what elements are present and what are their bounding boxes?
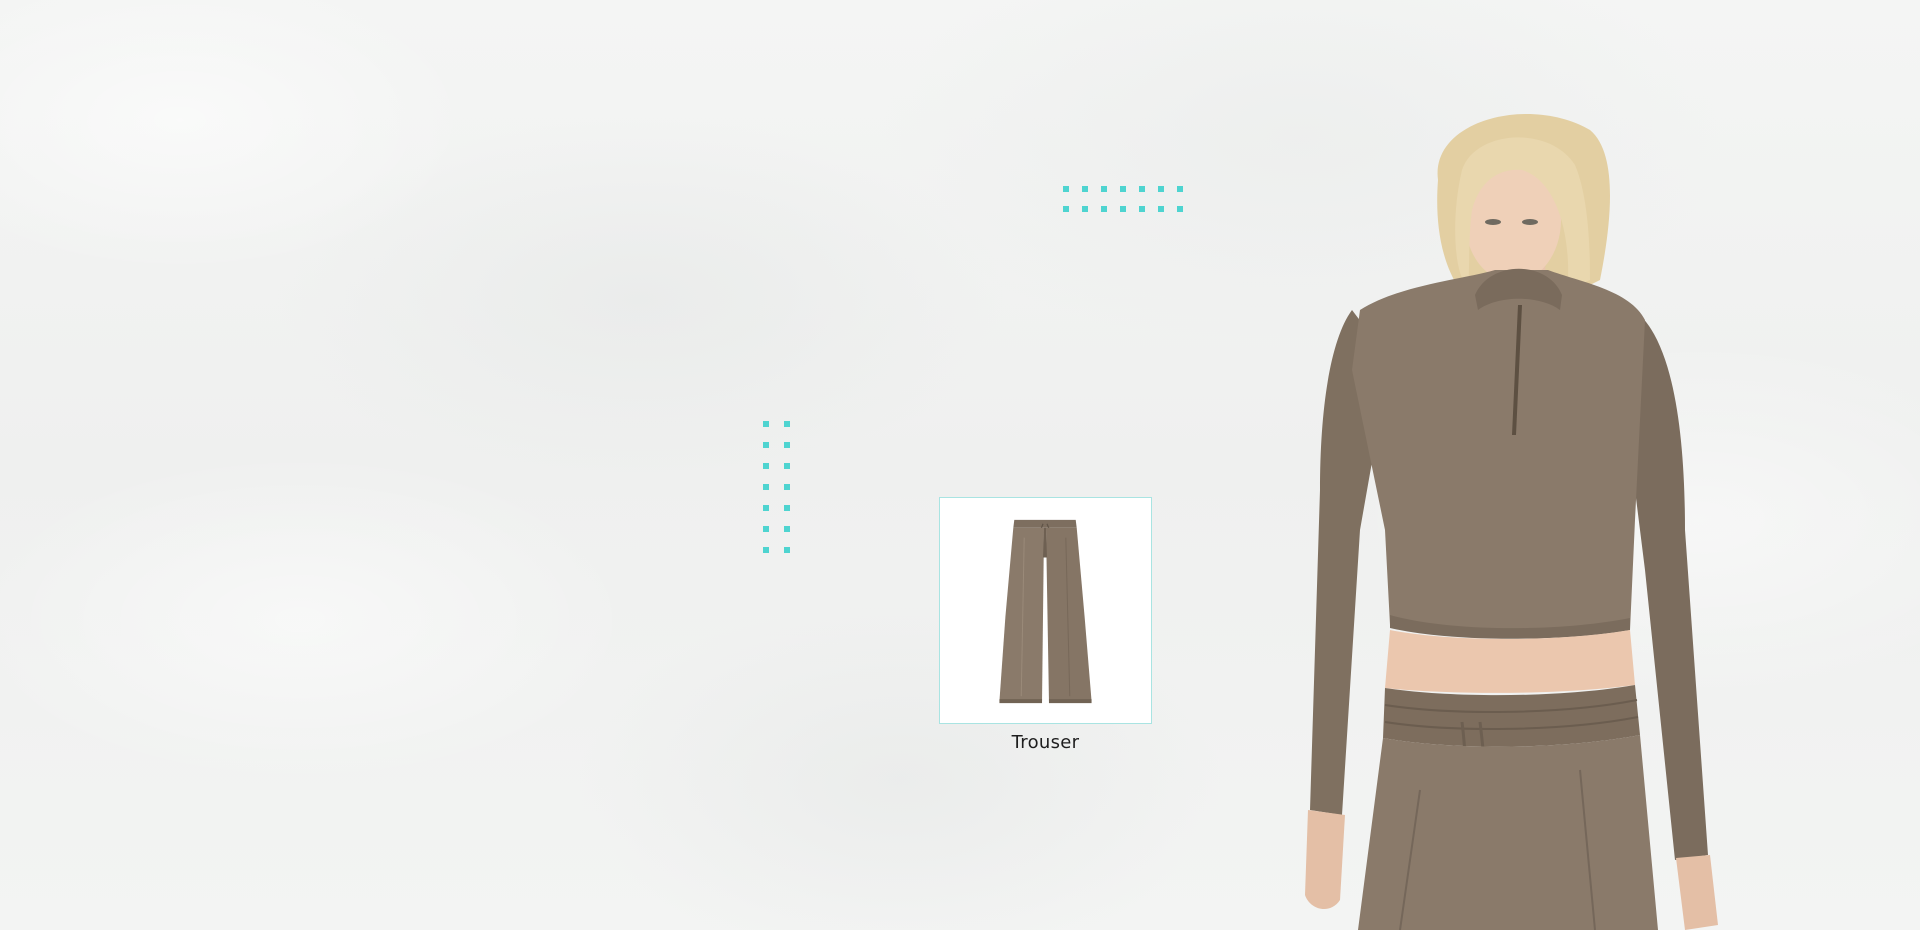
product-label: Trouser bbox=[1011, 732, 1080, 753]
model-photo bbox=[1305, 114, 1718, 930]
dotted-decoration-left bbox=[763, 421, 790, 553]
product-card-trouser[interactable] bbox=[939, 497, 1152, 724]
trouser-image bbox=[999, 519, 1092, 704]
dotted-decoration-top bbox=[1063, 186, 1183, 212]
